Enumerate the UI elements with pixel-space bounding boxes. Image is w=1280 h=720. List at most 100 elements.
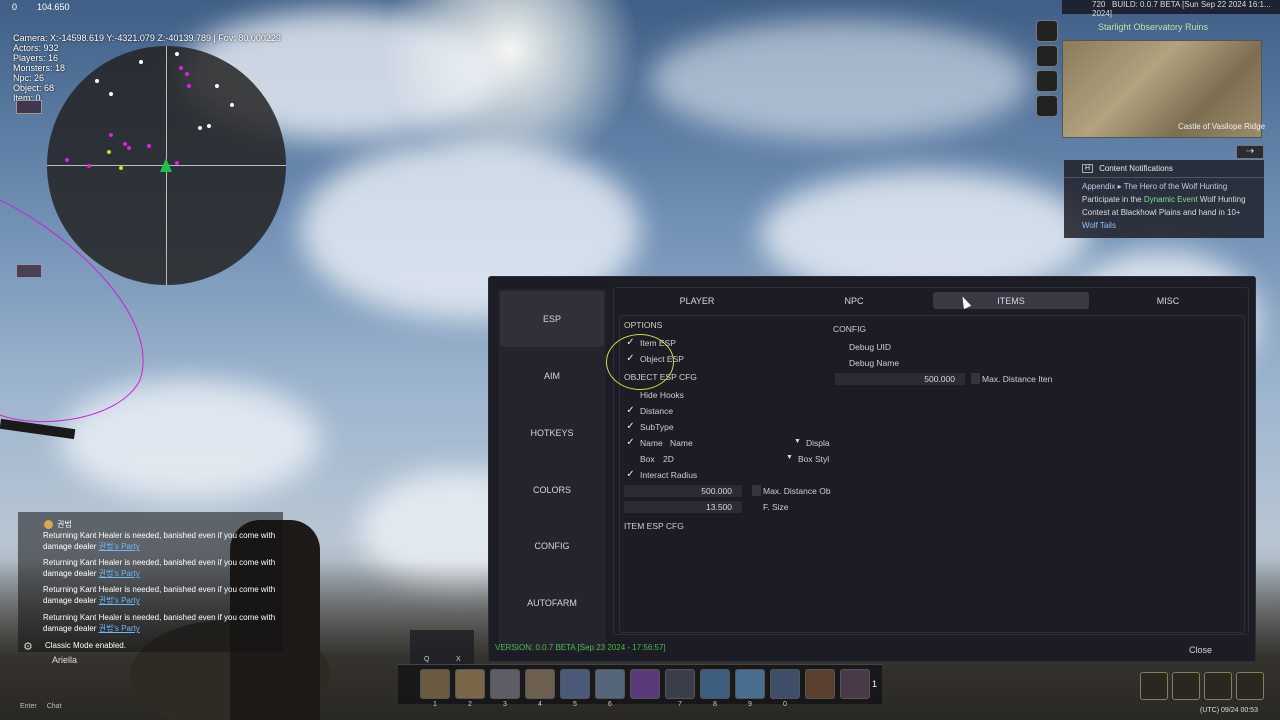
bottom-right-menu xyxy=(1140,672,1264,700)
quest-line: Appendix ▸ The Hero of the Wolf Hunting xyxy=(1082,182,1228,191)
dynamic-event-link[interactable]: Dynamic Event xyxy=(1144,195,1198,204)
chat-message-text: Returning Kant Healer is needed, banishe… xyxy=(43,613,276,633)
radar-marker-icon xyxy=(16,100,42,114)
skill-slot[interactable]: 2 xyxy=(455,669,485,708)
skill-slot[interactable] xyxy=(840,669,870,699)
radar-dot xyxy=(175,52,179,56)
skill-key-q: Q xyxy=(424,656,430,663)
slot-number: 0 xyxy=(783,701,787,708)
quest-body: Participate in the Dynamic Event Wolf Hu… xyxy=(1064,191,1264,232)
distance-label: Distance xyxy=(640,406,674,416)
chat-label[interactable]: Chat xyxy=(47,703,62,710)
font-size-field[interactable]: 13.500 xyxy=(624,501,742,513)
build-string: BUILD: 0.0.7 BETA [Sun Sep 22 2024 16:1.… xyxy=(1092,0,1271,18)
sidebar-item-aim[interactable]: AIM xyxy=(500,348,604,404)
tab-items[interactable]: ITEMS xyxy=(933,292,1089,309)
content-notifications[interactable]: H Content Notifications Appendix ▸ The H… xyxy=(1064,160,1264,238)
skill-slot[interactable]: 3 xyxy=(490,669,520,708)
utc-clock: (UTC) 09/24 00:53 xyxy=(1200,707,1258,714)
max-distance-obj-field[interactable]: 500.000 xyxy=(624,485,742,497)
sidebar-item-colors[interactable]: COLORS xyxy=(500,462,604,518)
hud-top-bar: 0 104.650 xyxy=(12,2,70,12)
sidebar-item-hotkeys[interactable]: HOTKEYS xyxy=(500,405,604,461)
hide-hooks-checkbox[interactable] xyxy=(625,389,636,400)
max-distance-item-toggle[interactable] xyxy=(971,373,980,384)
max-distance-item-field[interactable]: 500.000 xyxy=(835,373,965,385)
sidebar-item-autofarm[interactable]: AUTOFARM xyxy=(500,575,604,631)
radar-dot xyxy=(175,161,179,165)
skill-slot[interactable]: 4 xyxy=(525,669,555,708)
radar-dot xyxy=(109,133,113,137)
menu-grid-icon[interactable] xyxy=(1236,672,1264,700)
distance-checkbox[interactable]: ✓ xyxy=(625,405,636,416)
slot-number: 7 xyxy=(678,701,682,708)
config-header: CONFIG xyxy=(833,324,867,334)
gear-icon[interactable]: ⚙ xyxy=(23,640,33,653)
tab-misc[interactable]: MISC xyxy=(1090,292,1246,309)
radar-dot xyxy=(147,144,151,148)
skill-hotbar: 1 2 3 4 5 6 7 8 9 0 1 xyxy=(398,664,882,708)
skill-slot[interactable] xyxy=(630,669,660,699)
minimap-button[interactable] xyxy=(1036,45,1058,67)
radar-dot xyxy=(230,103,234,107)
chevron-down-icon[interactable]: ▼ xyxy=(786,454,793,461)
minimap-num-1: 720 xyxy=(1092,0,1106,9)
skill-slot[interactable] xyxy=(805,669,835,699)
skill-slot[interactable]: 6 xyxy=(595,669,625,708)
version-text: VERSION: 0.0.7 BETA [Sep 23 2024 - 17:56… xyxy=(495,643,666,652)
debug-name-checkbox[interactable] xyxy=(835,357,846,368)
inventory-icon[interactable] xyxy=(1172,672,1200,700)
chat-window[interactable]: 권법 Returning Kant Healer is needed, bani… xyxy=(18,512,283,652)
notifications-title: Content Notifications xyxy=(1099,164,1173,173)
hide-hooks-label: Hide Hooks xyxy=(640,390,684,400)
minimap-button[interactable] xyxy=(1036,70,1058,92)
subtype-checkbox[interactable]: ✓ xyxy=(625,421,636,432)
party-link[interactable]: 권법's Party xyxy=(99,596,140,605)
chat-message-text: Returning Kant Healer is needed, banishe… xyxy=(43,531,276,551)
minimap-button[interactable] xyxy=(1036,95,1058,117)
debug-uid-checkbox[interactable] xyxy=(835,341,846,352)
chevron-down-icon[interactable]: ▼ xyxy=(794,438,801,445)
skill-slot[interactable]: 9 xyxy=(735,669,765,708)
skill-slot[interactable]: 0 xyxy=(770,669,800,708)
chat-header: 권법 xyxy=(44,519,72,530)
camera-line: Camera: X:-14598.619 Y:-4321.079 Z:-4013… xyxy=(13,33,281,43)
minimap-button[interactable] xyxy=(1036,20,1058,42)
sidebar-item-esp[interactable]: ESP xyxy=(500,291,604,347)
player-arrow-icon xyxy=(160,158,172,172)
max-distance-obj-toggle[interactable] xyxy=(752,485,761,496)
debug-name-label: Debug Name xyxy=(849,358,900,368)
arrow-right-icon[interactable]: ⇢ xyxy=(1236,145,1264,159)
sidebar-item-config[interactable]: CONFIG xyxy=(500,518,604,574)
name-select-value[interactable]: Name xyxy=(670,438,693,448)
wolf-tails-link[interactable]: Wolf Tails xyxy=(1082,221,1116,230)
enter-key-label[interactable]: Enter xyxy=(20,703,37,710)
skill-slot[interactable]: 7 xyxy=(665,669,695,708)
max-distance-item-label: Max. Distance Iten xyxy=(982,374,1053,384)
tab-npc[interactable]: NPC xyxy=(776,292,932,309)
skill-slot[interactable]: 8 xyxy=(700,669,730,708)
hud-value-1: 0 xyxy=(12,2,18,12)
character-icon[interactable] xyxy=(1140,672,1168,700)
hud-value-2: 104.650 xyxy=(37,2,70,12)
notifications-key: H xyxy=(1082,164,1094,173)
party-link[interactable]: 권법's Party xyxy=(99,542,140,551)
chat-message: Returning Kant Healer is needed, banishe… xyxy=(43,584,283,606)
party-link[interactable]: 권법's Party xyxy=(99,624,140,633)
storage-icon[interactable] xyxy=(1204,672,1232,700)
skill-slot[interactable]: 5 xyxy=(560,669,590,708)
radar-dot xyxy=(187,84,191,88)
party-link[interactable]: 권법's Party xyxy=(99,569,140,578)
slot-number: 1 xyxy=(433,701,437,708)
chat-input-hints: Enter Chat xyxy=(20,703,62,710)
radar-dot xyxy=(198,126,202,130)
box-select-value[interactable]: 2D xyxy=(663,454,674,464)
close-button[interactable]: Close xyxy=(1189,645,1212,655)
esp-menu-panel: ESP AIM HOTKEYS COLORS CONFIG AUTOFARM P… xyxy=(488,276,1256,662)
radar-dot xyxy=(179,66,183,70)
interact-radius-checkbox[interactable]: ✓ xyxy=(625,469,636,480)
name-checkbox[interactable]: ✓ xyxy=(625,437,636,448)
skill-slot[interactable]: 1 xyxy=(420,669,450,708)
skill-preview: Q X xyxy=(410,630,474,664)
tab-player[interactable]: PLAYER xyxy=(619,292,775,309)
